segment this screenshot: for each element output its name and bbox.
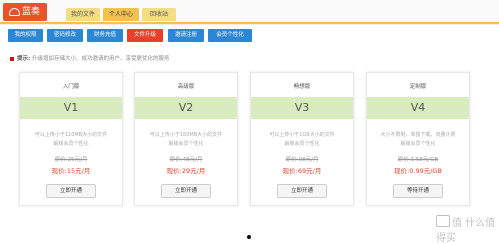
plan-card-v2: 高级版 V2 可以上传小于160MB大小的文件 解锁会员个性化 原价:48元/月… — [134, 72, 238, 206]
original-price: 原价:1.58元/GB — [397, 157, 439, 163]
tip-label: 提示: — [17, 56, 31, 62]
recharge-button[interactable]: 财务充值 — [87, 29, 123, 42]
file-upgrade-button[interactable]: 文件升级 — [127, 29, 163, 42]
app-logo[interactable]: 蓝奏 — [3, 3, 47, 21]
plan-description: 大小不限制，单独下载、流量计费 解锁会员个性化 — [373, 131, 463, 149]
tip-text: 升级增加存储大小、成功邀请的用户、享受更优化的服务 — [31, 56, 170, 62]
plan-desc-line: 解锁会员个性化 — [284, 141, 320, 147]
plan-version: V1 — [20, 97, 122, 119]
tab-my-files[interactable]: 我的文件 — [66, 8, 100, 21]
member-personalize-button[interactable]: 会员个性化 — [208, 29, 252, 42]
original-price: 原价:48元/月 — [169, 157, 203, 163]
plan-desc-line: 解锁会员个性化 — [168, 141, 204, 147]
my-permissions-button[interactable]: 我的权限 — [8, 29, 43, 42]
open-now-button[interactable]: 立即开通 — [46, 184, 96, 198]
tip-marker-icon — [10, 56, 14, 61]
original-price: 原价:25元/月 — [54, 157, 88, 163]
watermark: 值 什么值得买 — [436, 214, 499, 244]
current-price: 现价:15元/月 — [51, 167, 91, 175]
plan-card-v1: 入门版 V1 可以上传小于110MB大小的文件 解锁会员个性化 原价:25元/月… — [19, 72, 123, 206]
invite-register-button[interactable]: 邀请注册 — [168, 29, 204, 42]
plan-version: V2 — [135, 97, 237, 119]
current-price: 现价:29元/月 — [166, 167, 206, 175]
original-price: 原价:98元/月 — [285, 157, 319, 163]
logo-text: 蓝奏 — [22, 7, 41, 17]
plan-desc-line: 可以上传小于110MB大小的文件 — [34, 132, 108, 138]
plan-name: 入门版 — [62, 84, 80, 90]
plan-description: 可以上传小于160MB大小的文件 解锁会员个性化 — [141, 131, 231, 149]
open-now-button[interactable]: 立即开通 — [161, 184, 211, 198]
wait-open-button[interactable]: 等待开通 — [393, 184, 443, 198]
plan-version: V4 — [367, 97, 469, 119]
tab-personal-center[interactable]: 个人中心 — [103, 8, 139, 21]
plan-desc-line: 可以上传小于160MB大小的文件 — [149, 132, 223, 138]
tab-underline — [0, 22, 499, 24]
current-price: 现价:69元/月 — [282, 167, 322, 175]
plan-description: 可以上传小于110MB大小的文件 解锁会员个性化 — [26, 131, 116, 149]
open-now-button[interactable]: 立即开通 — [277, 184, 327, 198]
page-indicator-dot — [247, 235, 251, 239]
plan-desc-line: 大小不限制，单独下载、流量计费 — [380, 132, 456, 138]
plan-description: 可以上传小于1GB大小的文件 解锁会员个性化 — [257, 131, 347, 149]
plan-name: 高级版 — [177, 84, 195, 90]
plan-desc-line: 解锁会员个性化 — [400, 141, 436, 147]
cloud-icon — [9, 8, 20, 16]
plan-name: 畅想版 — [293, 84, 311, 90]
tip-line: 提示: 升级增加存储大小、成功邀请的用户、享受更优化的服务 — [10, 54, 169, 62]
watermark-icon — [436, 215, 450, 227]
current-price: 现价:0.99元/GB — [394, 167, 442, 175]
plan-name: 定制版 — [409, 84, 427, 90]
plan-desc-line: 解锁会员个性化 — [53, 141, 89, 147]
plan-version: V3 — [251, 97, 353, 119]
plan-card-v4: 定制版 V4 大小不限制，单独下载、流量计费 解锁会员个性化 原价:1.58元/… — [366, 72, 470, 206]
plan-desc-line: 可以上传小于1GB大小的文件 — [269, 132, 335, 138]
password-change-button[interactable]: 密码修改 — [47, 29, 83, 42]
tab-recycle-bin[interactable]: 回收站 — [142, 8, 176, 21]
plan-card-v3: 畅想版 V3 可以上传小于1GB大小的文件 解锁会员个性化 原价:98元/月 现… — [250, 72, 354, 206]
